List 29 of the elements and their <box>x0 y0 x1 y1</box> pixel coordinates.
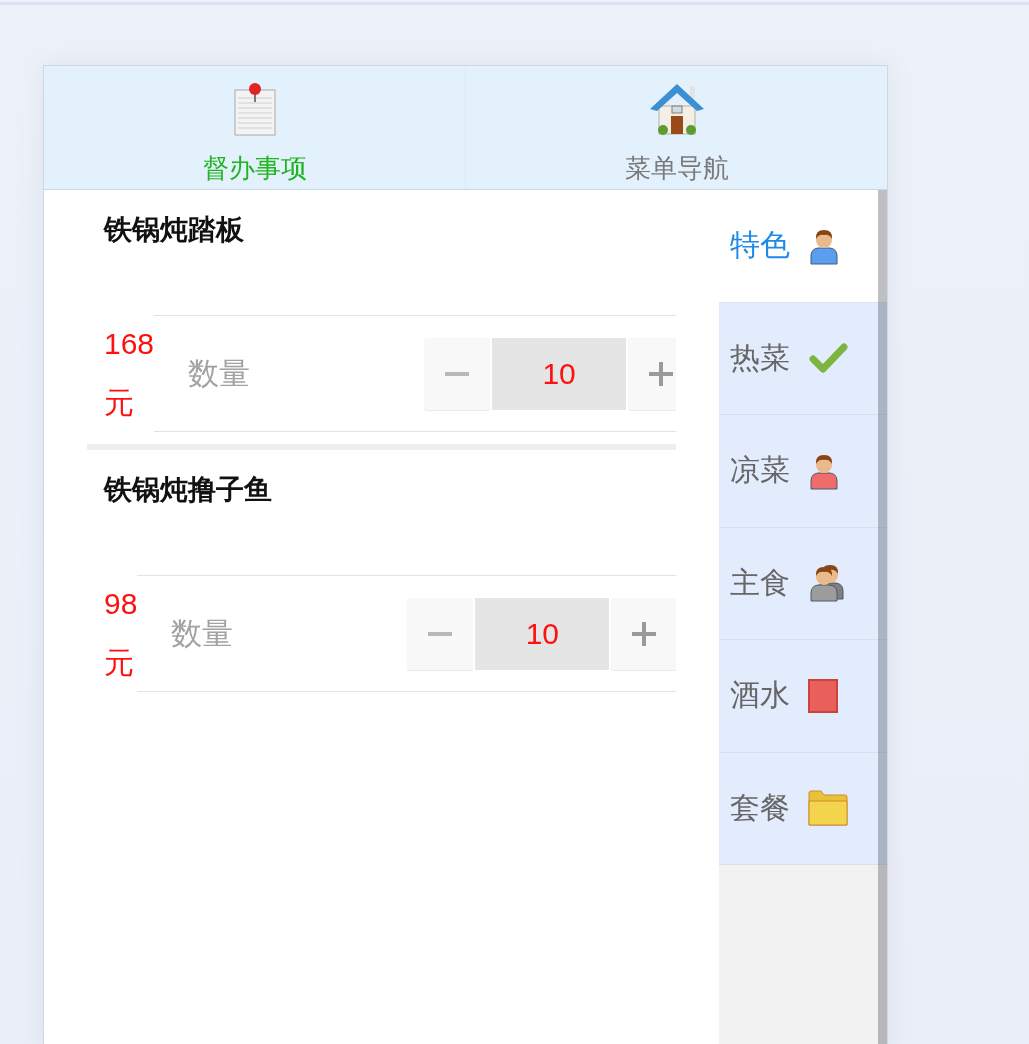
category-item[interactable]: 主食 <box>719 527 887 640</box>
plus-icon <box>649 361 674 386</box>
quantity-field[interactable]: 10 <box>475 597 610 670</box>
increase-button[interactable] <box>611 597 676 670</box>
decrease-button[interactable] <box>407 597 474 670</box>
notepad-pin-icon <box>231 82 278 136</box>
decrease-button[interactable] <box>424 337 491 410</box>
minus-icon <box>428 631 453 636</box>
category-item[interactable]: 凉菜 <box>719 415 887 528</box>
minus-icon <box>445 371 470 376</box>
scrollbar-thumb[interactable] <box>878 190 887 1044</box>
category-item[interactable]: 热菜 <box>719 302 887 415</box>
quantity-label: 数量 <box>171 614 235 653</box>
house-icon <box>648 82 705 136</box>
category-item[interactable]: 酒水 <box>719 640 887 753</box>
category-item[interactable]: 套餐 <box>719 752 887 865</box>
increase-button[interactable] <box>628 337 676 410</box>
dish-name: 铁锅炖撸子鱼 <box>104 473 272 507</box>
dish-price: 168元 <box>104 326 155 421</box>
people-icon <box>808 564 846 603</box>
quantity-field[interactable]: 10 <box>492 337 627 410</box>
square-icon <box>808 678 838 713</box>
dish-name: 铁锅炖踏板 <box>104 213 244 247</box>
dish-price: 98元 <box>104 586 138 681</box>
plus-icon <box>632 621 657 646</box>
quantity-label: 数量 <box>188 354 252 393</box>
checkmark-icon <box>808 342 848 375</box>
folder-icon <box>808 790 848 827</box>
category-item[interactable]: 特色 <box>719 190 887 303</box>
